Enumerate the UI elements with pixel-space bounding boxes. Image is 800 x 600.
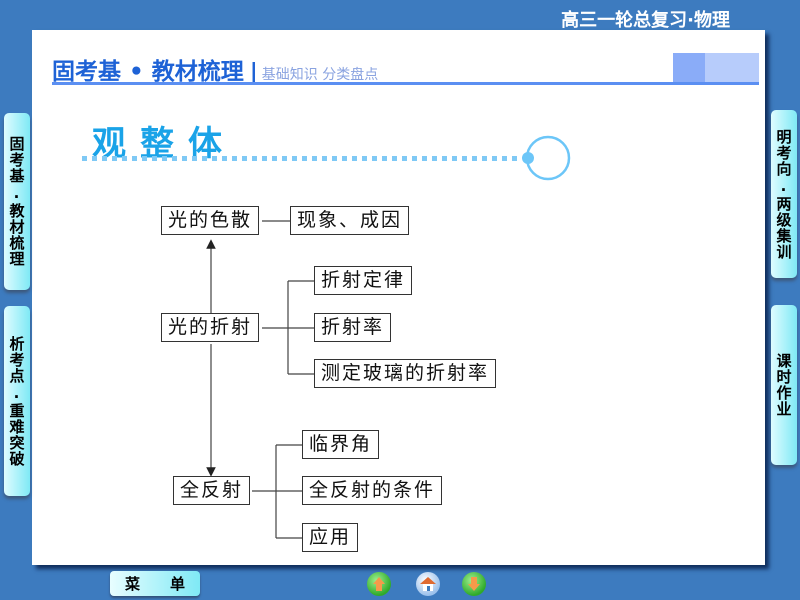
node-dispersion-detail: 现象、成因	[290, 206, 410, 235]
side-tab-exam-practice[interactable]: 明考向.两级集训	[771, 110, 797, 278]
side-tab-key-points[interactable]: 析考点.重难突破	[4, 306, 30, 496]
node-refraction: 光的折射	[161, 313, 260, 342]
node-dispersion: 光的色散	[161, 206, 260, 235]
menu-button[interactable]: 菜 单	[110, 571, 200, 596]
node-refraction-law: 折射定律	[314, 266, 413, 295]
node-measure-glass: 测定玻璃的折射率	[314, 359, 497, 388]
side-tab-textbook-review[interactable]: 固考基.教材梳理	[4, 113, 30, 290]
arrow-up-icon[interactable]	[367, 572, 391, 596]
menu-label-part: 菜	[124, 575, 140, 593]
concept-diagram-lines	[206, 220, 314, 539]
arrow-down-icon[interactable]	[462, 572, 486, 596]
menu-label-part: 单	[169, 575, 185, 593]
node-application: 应用	[302, 523, 359, 552]
home-icon[interactable]	[416, 572, 440, 596]
side-tab-homework[interactable]: 课时作业	[771, 305, 797, 465]
node-tir-condition: 全反射的条件	[302, 476, 443, 505]
node-critical-angle: 临界角	[302, 430, 380, 459]
node-refractive-index: 折射率	[314, 313, 392, 342]
node-total-reflection: 全反射	[173, 476, 251, 505]
